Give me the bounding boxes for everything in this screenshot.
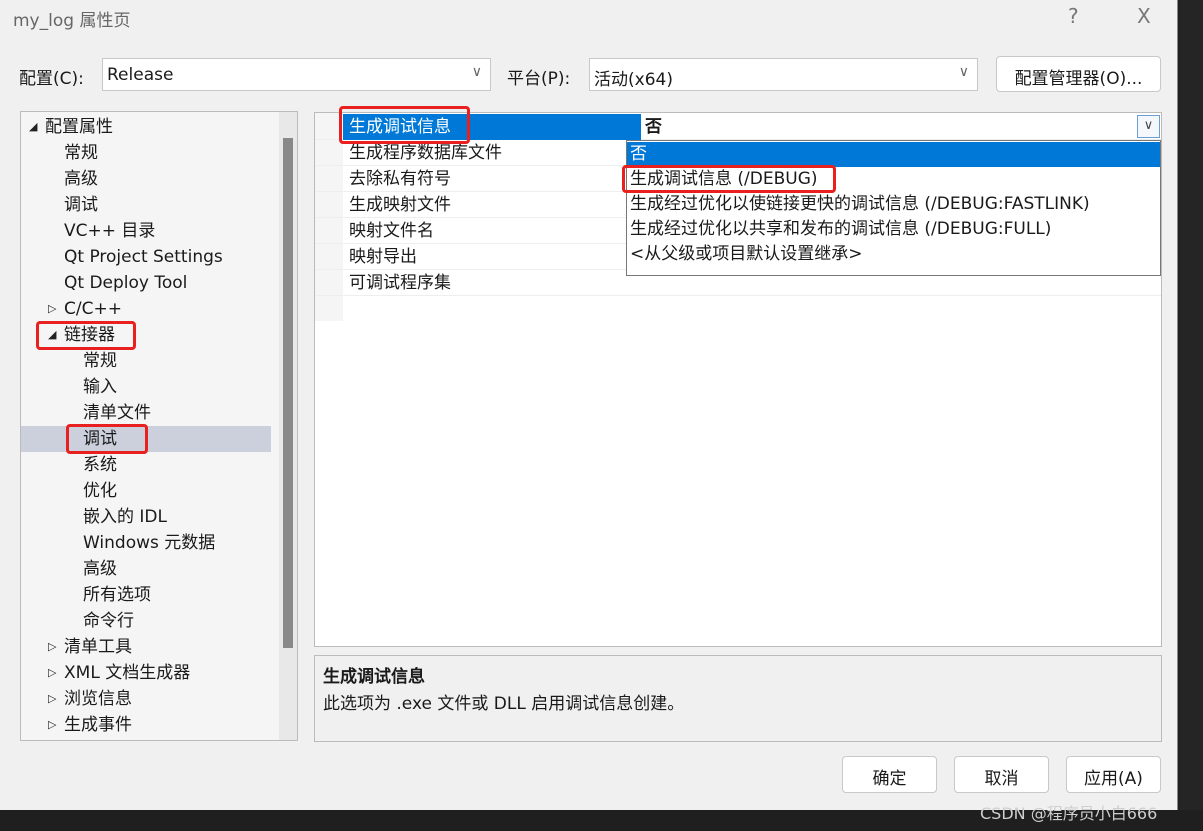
tree-item-label: 命令行 xyxy=(83,611,134,631)
description-text: 此选项为 .exe 文件或 DLL 启用调试信息创建。 xyxy=(323,694,685,714)
tree-item[interactable]: 调试 xyxy=(21,192,271,218)
property-name: 映射导出 xyxy=(349,247,417,267)
tree-item-label: C/C++ xyxy=(64,299,122,319)
tree-item[interactable]: Qt Project Settings xyxy=(21,244,271,270)
tree-item[interactable]: ▷ C/C++ xyxy=(21,296,271,322)
config-label: 配置(C): xyxy=(19,69,84,89)
tree-item-label: 清单文件 xyxy=(83,403,151,423)
tree-item-label: 常规 xyxy=(64,143,98,163)
platform-value: 活动(x64) xyxy=(594,70,673,90)
property-name: 可调试程序集 xyxy=(349,273,451,293)
highlight-box xyxy=(622,165,836,193)
tree-item-label: 系统 xyxy=(83,455,117,475)
tree-item-label: VC++ 目录 xyxy=(64,221,156,241)
platform-label: 平台(P): xyxy=(507,69,571,89)
property-name: 生成映射文件 xyxy=(349,195,451,215)
dropdown-option[interactable]: 生成经过优化以共享和发布的调试信息 (/DEBUG:FULL) xyxy=(627,217,1160,242)
tree-item[interactable]: Windows 元数据 xyxy=(21,530,271,556)
tree-item[interactable]: 命令行 xyxy=(21,608,271,634)
tree-item[interactable]: 嵌入的 IDL xyxy=(21,504,271,530)
property-name: 去除私有符号 xyxy=(349,169,451,189)
tree-item-label: Windows 元数据 xyxy=(83,533,216,553)
ide-background-panel xyxy=(1180,0,1203,810)
tree-item[interactable]: ▷ XML 文档生成器 xyxy=(21,660,271,686)
tree-item[interactable]: Qt Deploy Tool xyxy=(21,270,271,296)
ok-button[interactable]: 确定 xyxy=(842,756,937,793)
dropdown-option[interactable]: 否 xyxy=(627,142,1160,167)
tree-item[interactable]: VC++ 目录 xyxy=(21,218,271,244)
tree-item-label: Qt Deploy Tool xyxy=(64,273,188,293)
description-panel: 生成调试信息 此选项为 .exe 文件或 DLL 启用调试信息创建。 xyxy=(314,655,1162,742)
collapsed-arrow-icon[interactable]: ▷ xyxy=(48,712,56,738)
property-tree: ◢ 配置属性 常规 高级 调试 VC++ 目录 Qt Project Settings Qt … xyxy=(20,111,298,741)
description-title: 生成调试信息 xyxy=(323,667,425,687)
cancel-button[interactable]: 取消 xyxy=(954,756,1049,793)
value-dropdown-list: 否生成调试信息 (/DEBUG) 生成经过优化以使链接更快的调试信息 (/DEBU… xyxy=(626,140,1161,276)
tree-item[interactable]: 所有选项 xyxy=(21,582,271,608)
tree-item-label: 输入 xyxy=(83,377,117,397)
tree-item-label: 高级 xyxy=(64,169,98,189)
apply-button[interactable]: 应用(A) xyxy=(1066,756,1161,793)
tree-item-label: 调试 xyxy=(64,195,98,215)
watermark: CSDN @程序员小白666 xyxy=(980,804,1158,823)
tree-item[interactable]: 常规 xyxy=(21,348,271,374)
chevron-down-icon: ∨ xyxy=(958,64,969,80)
tree-item-label: XML 文档生成器 xyxy=(64,663,191,683)
dropdown-option[interactable]: 生成经过优化以使链接更快的调试信息 (/DEBUG:FASTLINK) xyxy=(627,192,1160,217)
platform-select[interactable]: 活动(x64) ∨ xyxy=(589,58,978,91)
tree-item[interactable]: 输入 xyxy=(21,374,271,400)
tree-item-label: 配置属性 xyxy=(45,117,113,137)
tree-item[interactable]: ▷ 清单工具 xyxy=(21,634,271,660)
tree-item-label: 高级 xyxy=(83,559,117,579)
dropdown-option[interactable]: <从父级或项目默认设置继承> xyxy=(627,242,1160,267)
tree-item[interactable]: 优化 xyxy=(21,478,271,504)
tree-scrollbar-thumb[interactable] xyxy=(283,138,293,648)
highlight-box xyxy=(339,106,470,144)
help-button[interactable]: ? xyxy=(1068,4,1079,28)
tree-item-label: 生成事件 xyxy=(64,715,132,735)
tree-item-label: Qt Project Settings xyxy=(64,247,223,267)
config-value: Release xyxy=(107,65,174,85)
tree-item[interactable]: 常规 xyxy=(21,140,271,166)
highlight-box xyxy=(66,424,148,454)
tree-item[interactable]: 清单文件 xyxy=(21,400,271,426)
config-select[interactable]: Release ∨ xyxy=(102,58,491,91)
highlight-box xyxy=(36,321,136,350)
tree-item-label: 浏览信息 xyxy=(64,689,132,709)
close-button[interactable]: X xyxy=(1137,4,1151,28)
property-value[interactable]: 否 xyxy=(645,114,662,140)
window-title: my_log 属性页 xyxy=(13,11,131,31)
tree-item-label: 优化 xyxy=(83,481,117,501)
tree-item-label: 嵌入的 IDL xyxy=(83,507,167,527)
collapsed-arrow-icon[interactable]: ▷ xyxy=(48,660,56,686)
property-pages-dialog: my_log 属性页 ? X 配置(C): Release ∨ 平台(P): 活… xyxy=(0,0,1178,810)
tree-item[interactable]: 系统 xyxy=(21,452,271,478)
tree-item-label: 所有选项 xyxy=(83,585,151,605)
collapsed-arrow-icon[interactable]: ▷ xyxy=(48,296,56,322)
expanded-arrow-icon[interactable]: ◢ xyxy=(29,114,37,140)
collapsed-arrow-icon[interactable]: ▷ xyxy=(48,634,56,660)
tree-item-label: 清单工具 xyxy=(64,637,132,657)
tree-item-label: 常规 xyxy=(83,351,117,371)
tree-item[interactable]: 高级 xyxy=(21,556,271,582)
tree-item[interactable]: 高级 xyxy=(21,166,271,192)
tree-item[interactable]: ▷ 生成事件 xyxy=(21,712,271,738)
collapsed-arrow-icon[interactable]: ▷ xyxy=(48,686,56,712)
chevron-down-icon: ∨ xyxy=(471,64,482,80)
property-name: 映射文件名 xyxy=(349,221,434,241)
tree-item[interactable]: ◢ 配置属性 xyxy=(21,114,271,140)
value-dropdown-button[interactable]: ∨ xyxy=(1137,115,1160,138)
config-manager-button[interactable]: 配置管理器(O)... xyxy=(996,56,1161,92)
tree-item[interactable]: ▷ 浏览信息 xyxy=(21,686,271,712)
